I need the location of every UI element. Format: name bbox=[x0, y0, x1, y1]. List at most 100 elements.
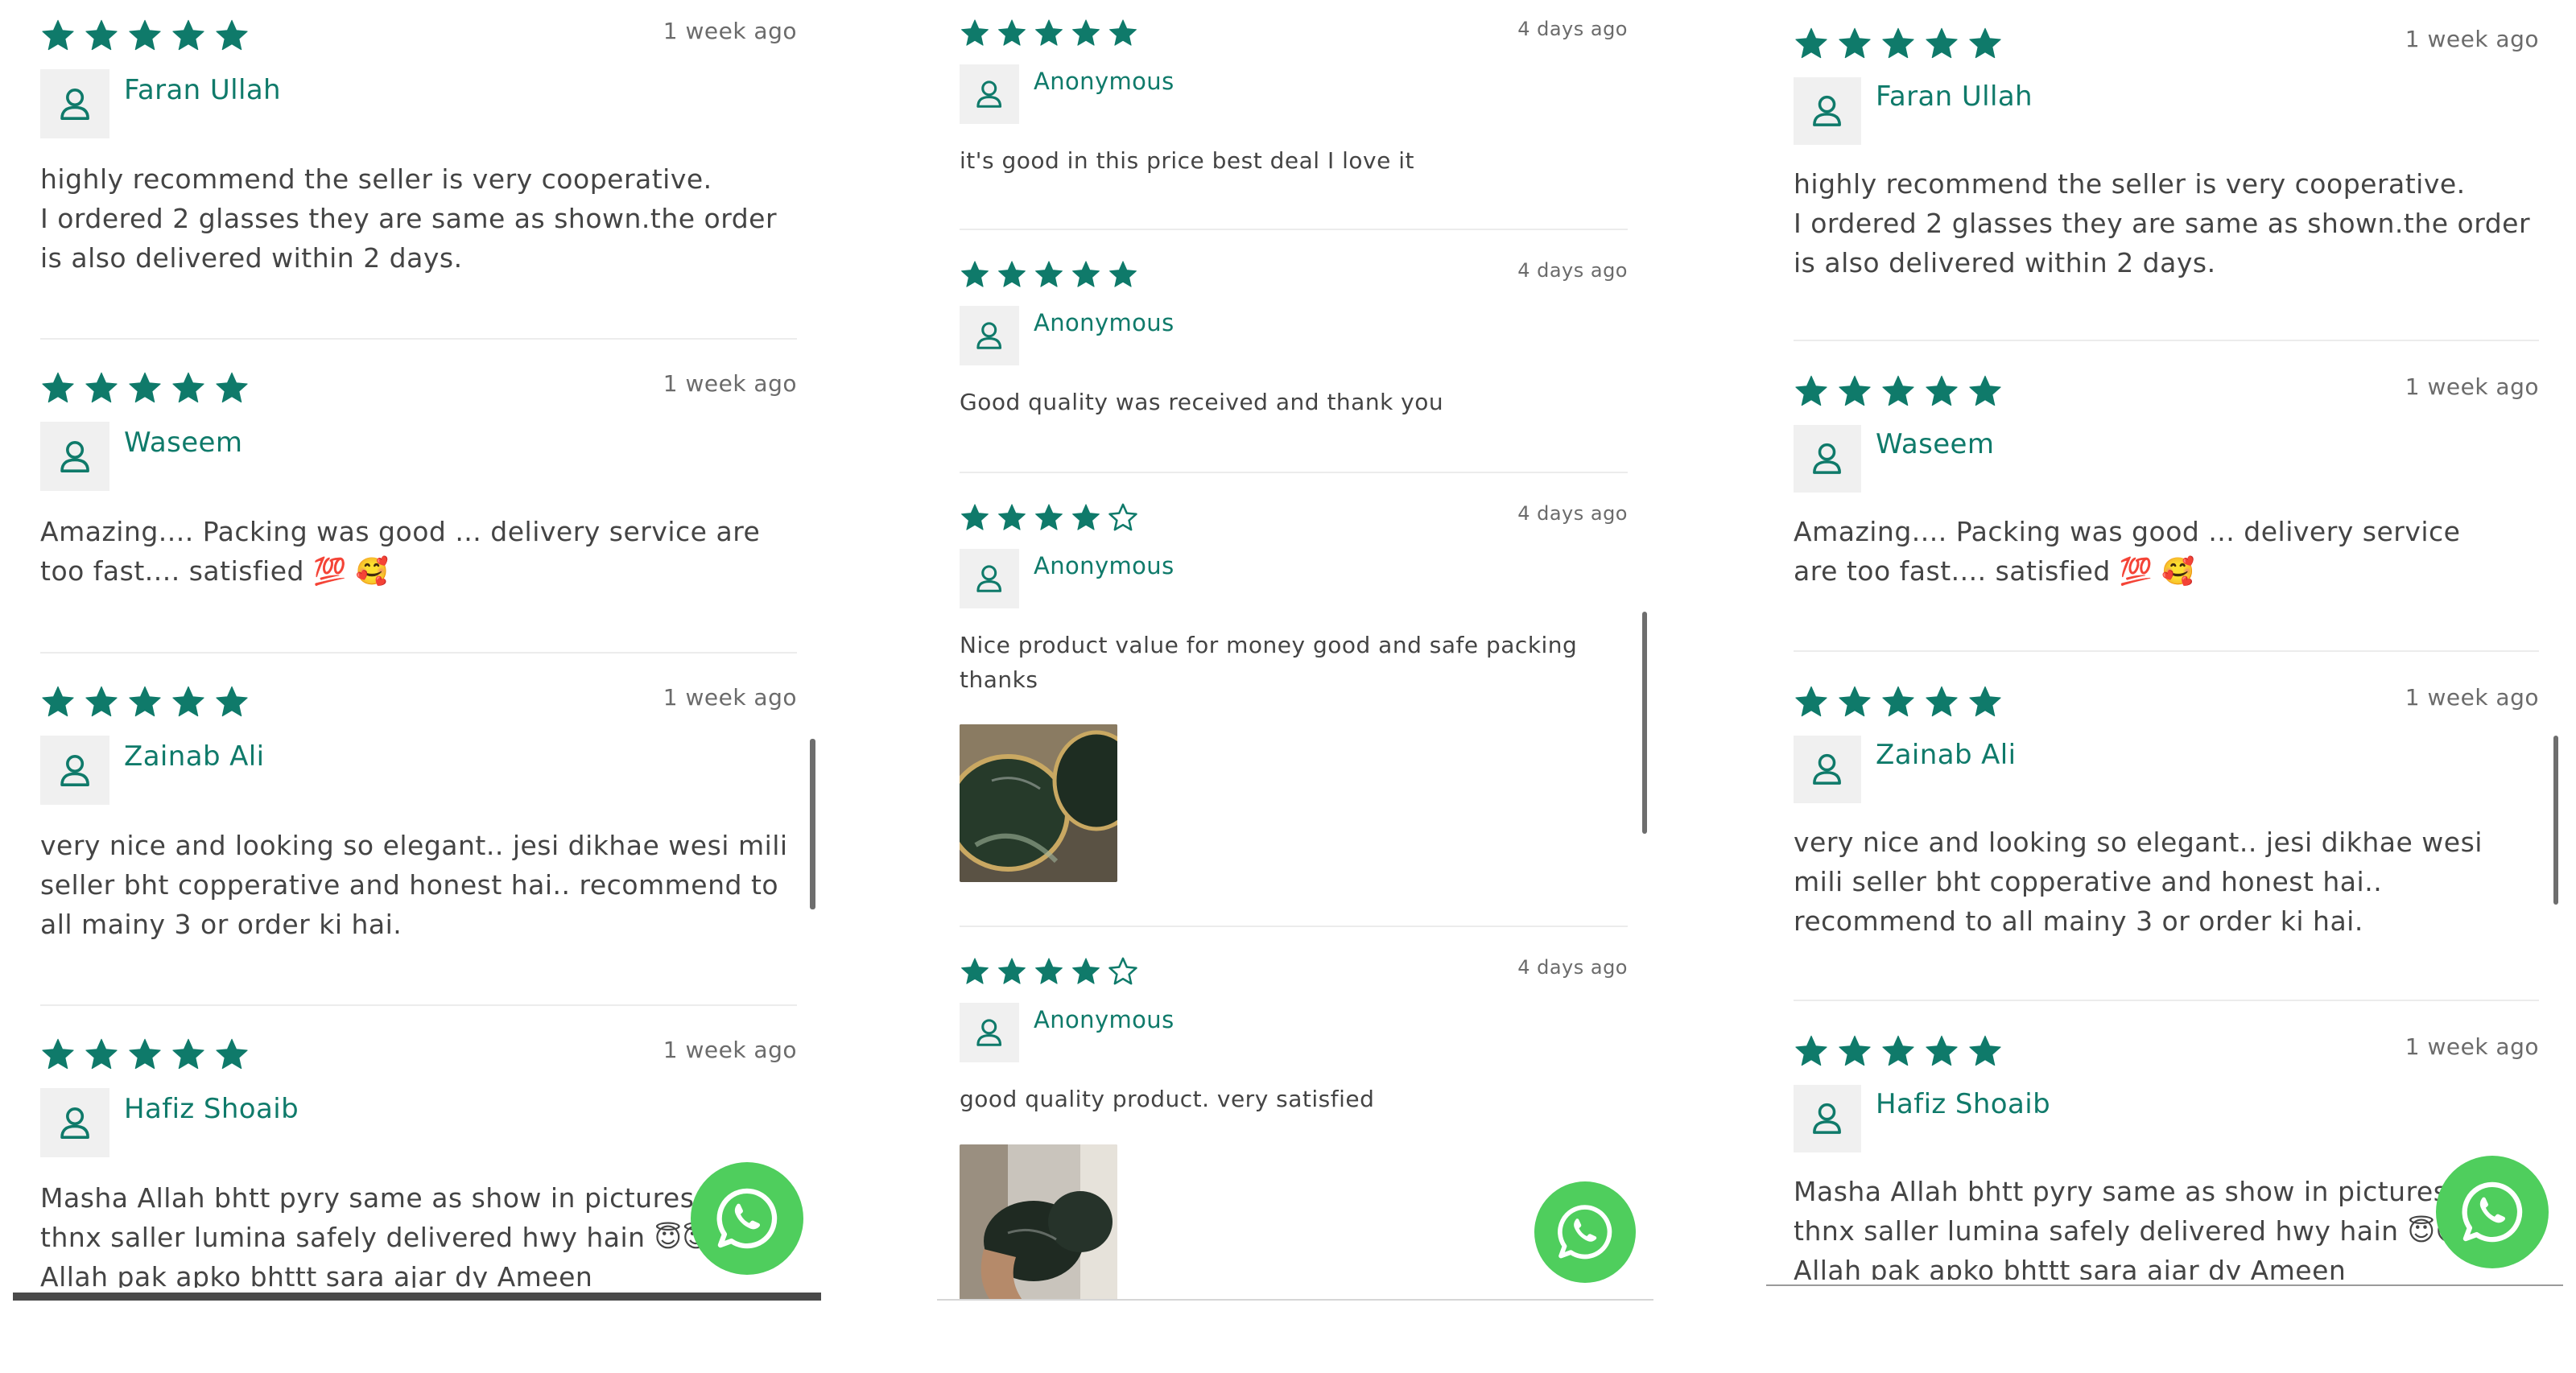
star-filled-icon bbox=[42, 372, 74, 403]
sunglasses-photo-2 bbox=[960, 1144, 1117, 1301]
star-filled-icon bbox=[1882, 686, 1914, 717]
star-filled-icon bbox=[1795, 375, 1827, 406]
scrollbar-thumb[interactable] bbox=[1642, 612, 1647, 834]
reviewer-name: Hafiz Shoaib bbox=[124, 1093, 299, 1125]
user-icon bbox=[60, 1107, 89, 1139]
star-filled-icon bbox=[42, 19, 74, 51]
review-date: 4 days ago bbox=[1517, 502, 1628, 525]
star-filled-icon bbox=[85, 372, 118, 403]
star-rating bbox=[1794, 26, 2003, 61]
user-icon bbox=[1813, 1103, 1842, 1135]
review-text: good quality product. very satisfied bbox=[960, 1086, 1375, 1112]
user-avatar-icon bbox=[960, 306, 1019, 365]
star-filled-icon bbox=[1109, 19, 1137, 46]
star-filled-icon bbox=[1882, 375, 1914, 406]
star-filled-icon bbox=[42, 686, 74, 717]
reviewer-name: Anonymous bbox=[1034, 309, 1174, 336]
review-photo[interactable] bbox=[960, 724, 1117, 882]
user-avatar-icon bbox=[40, 69, 109, 138]
user-avatar-icon bbox=[960, 549, 1019, 608]
user-icon bbox=[1813, 443, 1842, 475]
star-filled-icon bbox=[961, 958, 989, 984]
star-filled-icon bbox=[1072, 504, 1100, 530]
review-divider bbox=[1794, 650, 2539, 652]
review-card: 1 week ago Zainab Ali very nice and look… bbox=[40, 684, 797, 1006]
user-avatar-icon bbox=[1794, 736, 1861, 803]
star-filled-icon bbox=[1795, 1035, 1827, 1066]
star-filled-icon bbox=[1839, 686, 1871, 717]
review-text: highly recommend the seller is very coop… bbox=[1794, 168, 2531, 278]
reviewer-name: Zainab Ali bbox=[1876, 739, 2017, 771]
star-filled-icon bbox=[1926, 1035, 1958, 1066]
star-filled-icon bbox=[42, 1038, 74, 1070]
star-rating bbox=[960, 259, 1138, 290]
scrollbar-thumb[interactable] bbox=[2553, 736, 2558, 905]
star-rating bbox=[1794, 373, 2003, 409]
user-avatar-icon bbox=[1794, 77, 1861, 145]
star-filled-icon bbox=[1839, 375, 1871, 406]
star-filled-icon bbox=[85, 686, 118, 717]
review-divider bbox=[960, 926, 1628, 927]
reviewer-name: Waseem bbox=[1876, 428, 1995, 460]
review-card: 1 week ago Zainab Ali very nice and look… bbox=[1794, 684, 2539, 1006]
whatsapp-button[interactable] bbox=[1534, 1181, 1636, 1283]
reviewer-name: Anonymous bbox=[1034, 552, 1174, 579]
whatsapp-button[interactable] bbox=[2436, 1156, 2549, 1268]
star-filled-icon bbox=[1035, 958, 1063, 984]
star-filled-icon bbox=[1035, 19, 1063, 46]
review-card: 4 days ago Anonymous good quality produc… bbox=[960, 956, 1628, 1301]
star-filled-icon bbox=[1072, 19, 1100, 46]
reviewer-name: Anonymous bbox=[1034, 1006, 1174, 1033]
star-filled-icon bbox=[1072, 261, 1100, 287]
star-rating bbox=[40, 684, 250, 719]
review-divider bbox=[40, 338, 797, 340]
reviewer-name: Waseem bbox=[124, 427, 243, 459]
star-filled-icon bbox=[998, 504, 1026, 530]
star-filled-icon bbox=[172, 19, 204, 51]
review-text: Good quality was received and thank you bbox=[960, 389, 1444, 415]
review-card: 1 week ago Hafiz Shoaib Masha Allah bhtt… bbox=[1794, 1033, 2539, 1280]
scrollbar-thumb[interactable] bbox=[810, 739, 815, 909]
user-icon bbox=[976, 1019, 1002, 1047]
user-avatar-icon bbox=[960, 1003, 1019, 1062]
review-text: Nice product value for money good and sa… bbox=[960, 632, 1578, 693]
star-filled-icon bbox=[961, 504, 989, 530]
star-outline-icon bbox=[1108, 957, 1137, 985]
user-avatar-icon bbox=[40, 422, 109, 491]
review-photo[interactable] bbox=[960, 1144, 1117, 1301]
review-date: 1 week ago bbox=[2405, 1033, 2539, 1060]
review-date: 4 days ago bbox=[1517, 259, 1628, 282]
star-filled-icon bbox=[1926, 686, 1958, 717]
review-divider bbox=[960, 229, 1628, 230]
star-filled-icon bbox=[1035, 261, 1063, 287]
reviewer-name: Faran Ullah bbox=[1876, 80, 2033, 113]
review-text: very nice and looking so elegant.. jesi … bbox=[40, 830, 788, 940]
review-date: 1 week ago bbox=[663, 684, 797, 711]
user-icon bbox=[976, 80, 1002, 109]
star-filled-icon bbox=[998, 19, 1026, 46]
star-filled-icon bbox=[961, 19, 989, 46]
user-avatar-icon bbox=[40, 736, 109, 805]
star-filled-icon bbox=[129, 19, 161, 51]
star-filled-icon bbox=[85, 1038, 118, 1070]
review-text: Masha Allah bhtt pyry same as show in pi… bbox=[40, 1182, 711, 1288]
star-outline-icon bbox=[1108, 503, 1137, 531]
user-icon bbox=[1813, 754, 1842, 785]
star-filled-icon bbox=[216, 686, 248, 717]
star-filled-icon bbox=[1109, 261, 1137, 287]
review-date: 1 week ago bbox=[663, 1037, 797, 1063]
review-card: 1 week ago Waseem Amazing.... Packing wa… bbox=[1794, 373, 2539, 655]
user-avatar-icon bbox=[40, 1088, 109, 1157]
reviewer-name: Zainab Ali bbox=[124, 740, 265, 773]
user-icon bbox=[976, 322, 1002, 350]
star-filled-icon bbox=[1035, 504, 1063, 530]
star-filled-icon bbox=[998, 958, 1026, 984]
star-filled-icon bbox=[998, 261, 1026, 287]
review-date: 1 week ago bbox=[663, 370, 797, 397]
star-filled-icon bbox=[1882, 27, 1914, 59]
whatsapp-button[interactable] bbox=[691, 1162, 803, 1275]
star-filled-icon bbox=[129, 1038, 161, 1070]
whatsapp-icon bbox=[716, 1188, 778, 1249]
star-filled-icon bbox=[1795, 686, 1827, 717]
star-filled-icon bbox=[1839, 27, 1871, 59]
